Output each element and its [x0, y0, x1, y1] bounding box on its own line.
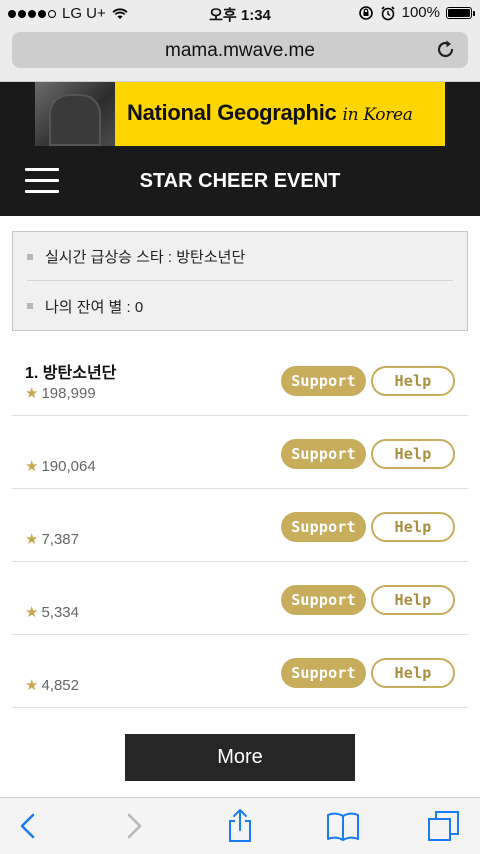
star-count: ★ 198,999 — [25, 384, 96, 403]
ranking-list: 1. 방탄소년단 ★ 198,999 Support Help ★ 190,064 … — [12, 343, 468, 708]
list-item: ★ 5,334 Support Help — [12, 562, 468, 635]
help-button[interactable]: Help — [371, 585, 455, 615]
battery-percent: 100% — [401, 4, 440, 21]
list-item: ★ 4,852 Support Help — [12, 635, 468, 708]
list-item: 1. 방탄소년단 ★ 198,999 Support Help — [12, 343, 468, 416]
rotation-lock-icon — [358, 5, 373, 20]
support-button[interactable]: Support — [281, 439, 366, 469]
browser-toolbar — [0, 797, 480, 854]
status-bar: LG U+ 오후 1:34 100% — [0, 0, 480, 28]
info-rising-star: 실시간 급상승 스타 : 방탄소년단 — [27, 233, 453, 281]
reload-icon[interactable] — [434, 38, 458, 62]
list-item: ★ 190,064 Support Help — [12, 416, 468, 489]
list-item: ★ 7,387 Support Help — [12, 489, 468, 562]
bookmarks-icon[interactable] — [325, 808, 361, 844]
help-button[interactable]: Help — [371, 658, 455, 688]
help-button[interactable]: Help — [371, 366, 455, 396]
url-text: mama.mwave.me — [165, 40, 315, 61]
star-icon: ★ — [25, 531, 39, 548]
star-count: ★ 7,387 — [25, 530, 79, 549]
star-icon: ★ — [25, 604, 39, 621]
star-icon: ★ — [25, 677, 39, 694]
jacket-image — [49, 94, 101, 146]
page-title: STAR CHEER EVENT — [139, 170, 341, 192]
back-icon[interactable] — [10, 808, 46, 844]
remaining-stars-text: 나의 잔여 별 : 0 — [45, 298, 144, 316]
help-button[interactable]: Help — [371, 439, 455, 469]
browser-address-bar: mama.mwave.me — [0, 28, 480, 82]
star-count: ★ 5,334 — [25, 603, 79, 622]
ad-photo — [35, 82, 115, 146]
star-count: ★ 4,852 — [25, 676, 79, 695]
bullet-icon — [27, 253, 33, 260]
star-icon: ★ — [25, 385, 39, 402]
more-button[interactable]: More — [125, 734, 355, 781]
support-button[interactable]: Support — [281, 585, 366, 615]
bullet-icon — [27, 303, 33, 309]
help-button[interactable]: Help — [371, 512, 455, 542]
support-button[interactable]: Support — [281, 512, 366, 542]
page-header: STAR CHEER EVENT — [0, 146, 480, 216]
ad-banner-strip: National Geographic in Korea — [0, 82, 480, 146]
battery-icon — [446, 6, 475, 19]
tabs-icon[interactable] — [426, 808, 462, 844]
support-button[interactable]: Support — [281, 366, 366, 396]
star-count: ★ 190,064 — [25, 457, 96, 476]
url-field[interactable]: mama.mwave.me — [12, 32, 468, 68]
star-icon: ★ — [25, 458, 39, 475]
forward-icon[interactable] — [116, 808, 152, 844]
info-box: 실시간 급상승 스타 : 방탄소년단 나의 잔여 별 : 0 — [12, 231, 468, 331]
ad-headline: National Geographic in Korea — [127, 100, 413, 125]
alarm-icon — [381, 5, 395, 20]
info-remaining-stars: 나의 잔여 별 : 0 — [27, 282, 453, 330]
support-button[interactable]: Support — [281, 658, 366, 688]
rising-star-text: 실시간 급상승 스타 : 방탄소년단 — [45, 249, 246, 266]
rank-name: 1. 방탄소년단 — [25, 365, 117, 382]
status-right: 100% — [358, 4, 475, 21]
ad-script-text: in Korea — [342, 105, 413, 125]
national-geographic-ad[interactable]: National Geographic in Korea — [35, 82, 445, 146]
share-icon[interactable] — [222, 808, 258, 844]
